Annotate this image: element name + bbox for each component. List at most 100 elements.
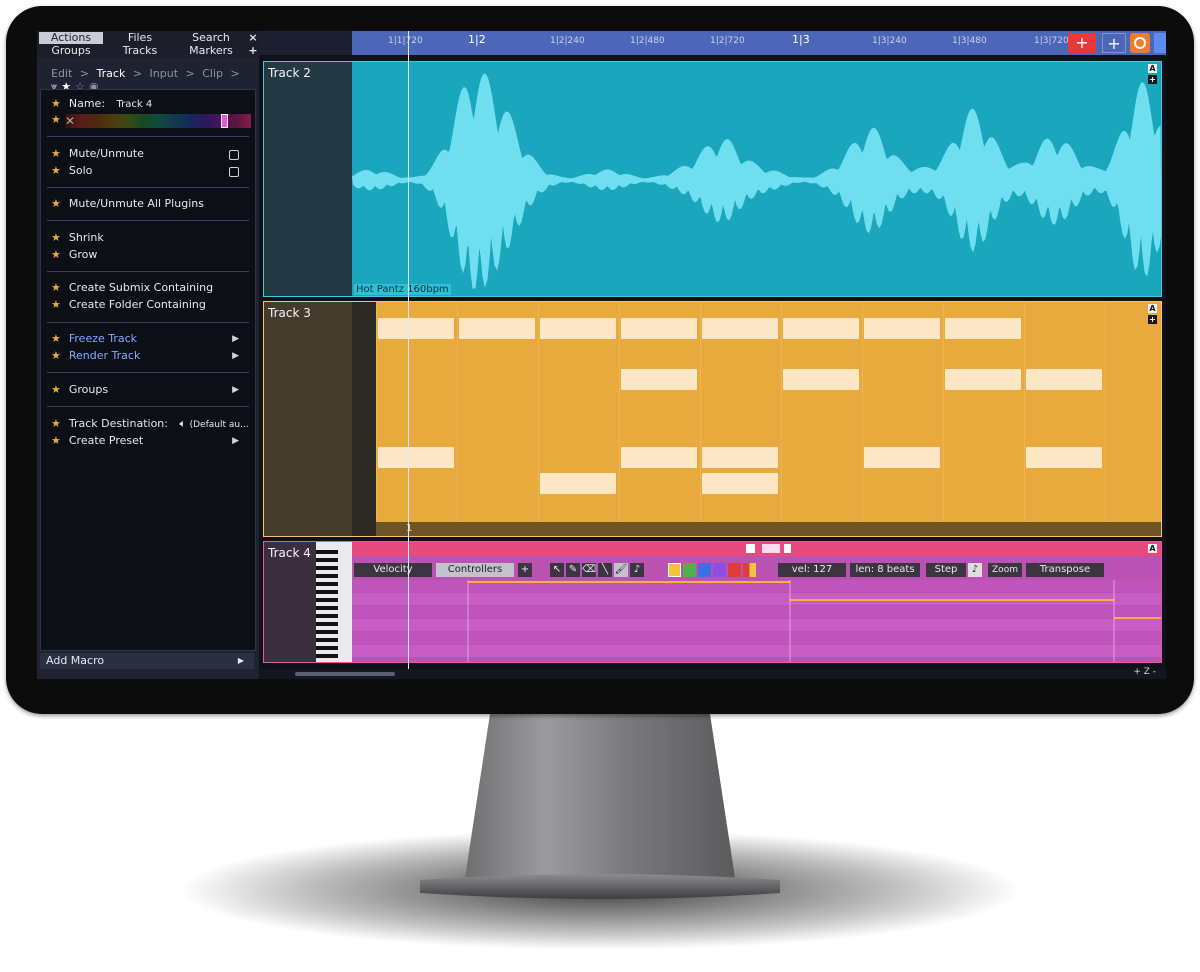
crumb-input[interactable]: Input bbox=[150, 67, 178, 80]
star-icon[interactable]: ★ bbox=[51, 248, 61, 261]
clip-header[interactable]: A bbox=[352, 542, 1161, 556]
controllers-tab[interactable]: Controllers bbox=[436, 563, 514, 577]
piano-keyboard[interactable] bbox=[316, 542, 352, 662]
color-swatch-blue[interactable] bbox=[698, 563, 711, 577]
track-header[interactable] bbox=[264, 542, 316, 662]
file-icon[interactable] bbox=[784, 544, 791, 553]
mute-unmute-action[interactable]: ★ Mute/Unmute bbox=[51, 146, 247, 162]
midi-note[interactable] bbox=[783, 318, 859, 339]
tab-markers[interactable]: Markers bbox=[177, 45, 245, 57]
no-color-icon[interactable]: ✕ bbox=[65, 114, 75, 128]
shrink-action[interactable]: ★ Shrink bbox=[51, 230, 104, 246]
playhead[interactable] bbox=[408, 31, 409, 671]
track-4[interactable]: Track 4 A Velocity Controllers + ↖ ✎ ⌫ ╲… bbox=[263, 541, 1162, 663]
star-icon[interactable]: ★ bbox=[51, 417, 61, 430]
controller-lane[interactable] bbox=[352, 645, 1161, 657]
midi-note[interactable] bbox=[540, 473, 616, 494]
piano-key[interactable] bbox=[316, 566, 338, 570]
midi-note[interactable] bbox=[864, 447, 940, 468]
controller-lane[interactable] bbox=[352, 619, 1161, 631]
color-swatch-purple[interactable] bbox=[713, 563, 726, 577]
select-icon[interactable] bbox=[746, 544, 755, 553]
track-name-value[interactable]: Track 4 bbox=[117, 99, 153, 110]
piano-key[interactable] bbox=[316, 582, 338, 586]
piano-key[interactable] bbox=[316, 590, 338, 594]
zoom-controls[interactable]: + Z - bbox=[1133, 667, 1156, 677]
tab-tracks[interactable]: Tracks bbox=[107, 45, 173, 57]
clip-label[interactable]: Hot Pantz 160bpm bbox=[354, 284, 451, 295]
star-icon[interactable]: ★ bbox=[51, 113, 61, 126]
track-header[interactable] bbox=[264, 62, 352, 296]
line-tool-icon[interactable]: ╲ bbox=[598, 563, 612, 577]
midi-note[interactable] bbox=[459, 318, 535, 339]
piano-key[interactable] bbox=[316, 606, 338, 610]
midi-note[interactable] bbox=[945, 369, 1021, 390]
color-picker-strip[interactable]: ✕ bbox=[65, 114, 251, 128]
star-icon[interactable]: ★ bbox=[51, 281, 61, 294]
close-icon[interactable]: × bbox=[247, 32, 259, 44]
horizontal-scrollbar[interactable]: + Z - bbox=[259, 667, 1166, 679]
midi-note[interactable] bbox=[1026, 447, 1102, 468]
track-3[interactable]: Track 3 A + 1 bbox=[263, 301, 1162, 537]
copy-icon[interactable] bbox=[762, 544, 780, 553]
piano-key[interactable] bbox=[316, 550, 338, 554]
color-swatch-multi[interactable] bbox=[743, 563, 756, 577]
groups-action[interactable]: ★ Groups ▶ bbox=[51, 382, 247, 398]
create-submix-action[interactable]: ★ Create Submix Containing bbox=[51, 280, 213, 296]
star-icon[interactable]: ★ bbox=[51, 332, 61, 345]
add-button[interactable]: + bbox=[1102, 33, 1126, 53]
add-controller-button[interactable]: + bbox=[518, 563, 532, 577]
piano-key[interactable] bbox=[316, 630, 338, 634]
controller-lanes[interactable] bbox=[352, 580, 1161, 662]
eraser-tool-icon[interactable]: ⌫ bbox=[582, 563, 596, 577]
midi-note[interactable] bbox=[702, 473, 778, 494]
piano-key[interactable] bbox=[316, 614, 338, 618]
midi-note[interactable] bbox=[540, 318, 616, 339]
tab-files[interactable]: Files bbox=[107, 32, 173, 44]
star-icon[interactable]: ★ bbox=[51, 383, 61, 396]
add-icon[interactable]: + bbox=[247, 45, 259, 57]
crumb-track[interactable]: Track bbox=[97, 67, 126, 80]
add-macro-button[interactable]: Add Macro ▶ bbox=[40, 653, 254, 669]
piano-key[interactable] bbox=[316, 622, 338, 626]
star-icon[interactable]: ★ bbox=[51, 147, 61, 160]
midi-note[interactable] bbox=[621, 369, 697, 390]
midi-note[interactable] bbox=[702, 447, 778, 468]
color-selector[interactable] bbox=[221, 114, 228, 128]
star-icon[interactable]: ★ bbox=[51, 197, 61, 210]
color-swatch-yellow[interactable] bbox=[668, 563, 681, 577]
piano-key[interactable] bbox=[316, 646, 338, 650]
scroll-thumb[interactable] bbox=[295, 672, 395, 676]
view-icon[interactable] bbox=[1154, 33, 1166, 53]
piano-key[interactable] bbox=[316, 638, 338, 642]
piano-key[interactable] bbox=[316, 574, 338, 578]
create-folder-action[interactable]: ★ Create Folder Containing bbox=[51, 297, 206, 313]
color-swatch-green[interactable] bbox=[683, 563, 696, 577]
render-track-action[interactable]: ★ Render Track ▶ bbox=[51, 348, 247, 364]
midi-note[interactable] bbox=[621, 447, 697, 468]
piano-key[interactable] bbox=[316, 598, 338, 602]
solo-action[interactable]: ★ Solo bbox=[51, 163, 247, 179]
step-button[interactable]: Step bbox=[926, 563, 966, 577]
automation-button[interactable]: A bbox=[1148, 544, 1157, 553]
color-swatch-red[interactable] bbox=[728, 563, 741, 577]
piano-key[interactable] bbox=[316, 654, 338, 658]
crumb-clip[interactable]: Clip bbox=[202, 67, 223, 80]
create-preset-action[interactable]: ★ Create Preset ▶ bbox=[51, 433, 247, 449]
midi-note[interactable] bbox=[783, 369, 859, 390]
transpose-button[interactable]: Transpose bbox=[1026, 563, 1104, 577]
midi-note[interactable] bbox=[378, 447, 454, 468]
midi-note[interactable] bbox=[945, 318, 1021, 339]
grow-action[interactable]: ★ Grow bbox=[51, 247, 97, 263]
record-icon[interactable] bbox=[1130, 33, 1150, 53]
crumb-edit[interactable]: Edit bbox=[51, 67, 72, 80]
pencil-tool-icon[interactable]: ✎ bbox=[566, 563, 580, 577]
midi-note[interactable] bbox=[621, 318, 697, 339]
star-icon[interactable]: ★ bbox=[51, 97, 61, 110]
piano-key[interactable] bbox=[316, 558, 338, 562]
step-audio-icon[interactable]: ♪ bbox=[968, 563, 982, 577]
mute-checkbox[interactable] bbox=[229, 150, 239, 160]
automation-button[interactable]: A bbox=[1148, 304, 1157, 313]
controller-lane[interactable] bbox=[352, 632, 1161, 644]
mute-all-plugins-action[interactable]: ★ Mute/Unmute All Plugins bbox=[51, 196, 204, 212]
